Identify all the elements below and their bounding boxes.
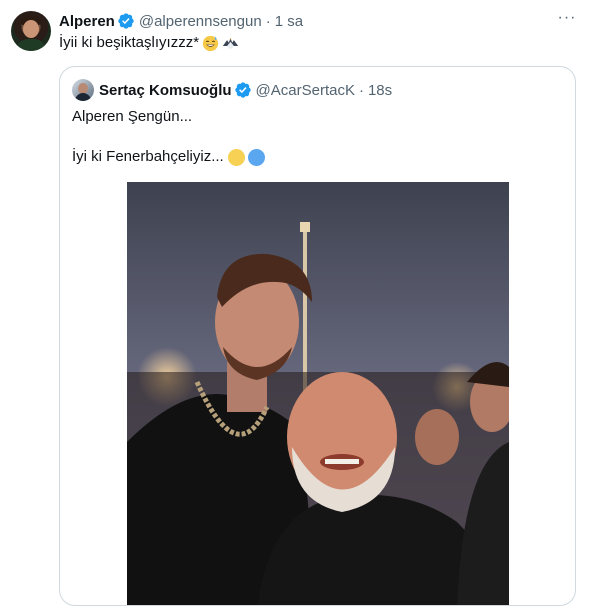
user-handle[interactable]: @alperennsengun bbox=[139, 13, 262, 30]
quoted-text-line-2-content: İyi ki Fenerbahçeliyiz... bbox=[72, 148, 224, 165]
quoted-tweet[interactable]: Sertaç Komsuoğlu @AcarSertacK · 18s Alpe… bbox=[59, 66, 576, 606]
quoted-tweet-photo[interactable] bbox=[127, 182, 509, 605]
quoted-tweet-timestamp[interactable]: 18s bbox=[368, 82, 392, 99]
verified-badge-icon bbox=[118, 13, 134, 29]
quoted-user-avatar[interactable] bbox=[72, 79, 94, 101]
tweet-timestamp[interactable]: 1 sa bbox=[275, 13, 303, 30]
quoted-user-name[interactable]: Sertaç Komsuoğlu bbox=[99, 82, 232, 99]
separator-dot: · bbox=[358, 81, 364, 99]
tweet-text: İyii ki beşiktaşlıyızzz* bbox=[59, 33, 239, 53]
eagle-icon bbox=[222, 37, 239, 49]
user-name[interactable]: Alperen bbox=[59, 13, 115, 30]
grinning-sweat-face-icon bbox=[202, 35, 219, 51]
tweet-text-content: İyii ki beşiktaşlıyızzz* bbox=[59, 34, 200, 51]
tweet-header: Alperen @alperennsengun · 1 sa bbox=[59, 11, 303, 31]
quoted-user-handle[interactable]: @AcarSertacK bbox=[256, 82, 355, 99]
yellow-circle-icon bbox=[227, 148, 245, 166]
quoted-text-line-2: İyi ki Fenerbahçeliyiz... bbox=[72, 147, 265, 167]
verified-badge-icon bbox=[234, 82, 251, 98]
user-avatar[interactable] bbox=[11, 11, 51, 51]
quoted-text-line-1: Alperen Şengün... bbox=[72, 108, 193, 125]
photo-image bbox=[127, 182, 509, 605]
tweet[interactable]: Alperen @alperennsengun · 1 sa ··· İyii … bbox=[0, 0, 596, 606]
blue-circle-icon bbox=[247, 148, 265, 166]
separator-dot: · bbox=[265, 12, 271, 30]
more-options-icon[interactable]: ··· bbox=[556, 10, 578, 30]
quoted-tweet-header: Sertaç Komsuoğlu @AcarSertacK · 18s bbox=[72, 79, 392, 101]
